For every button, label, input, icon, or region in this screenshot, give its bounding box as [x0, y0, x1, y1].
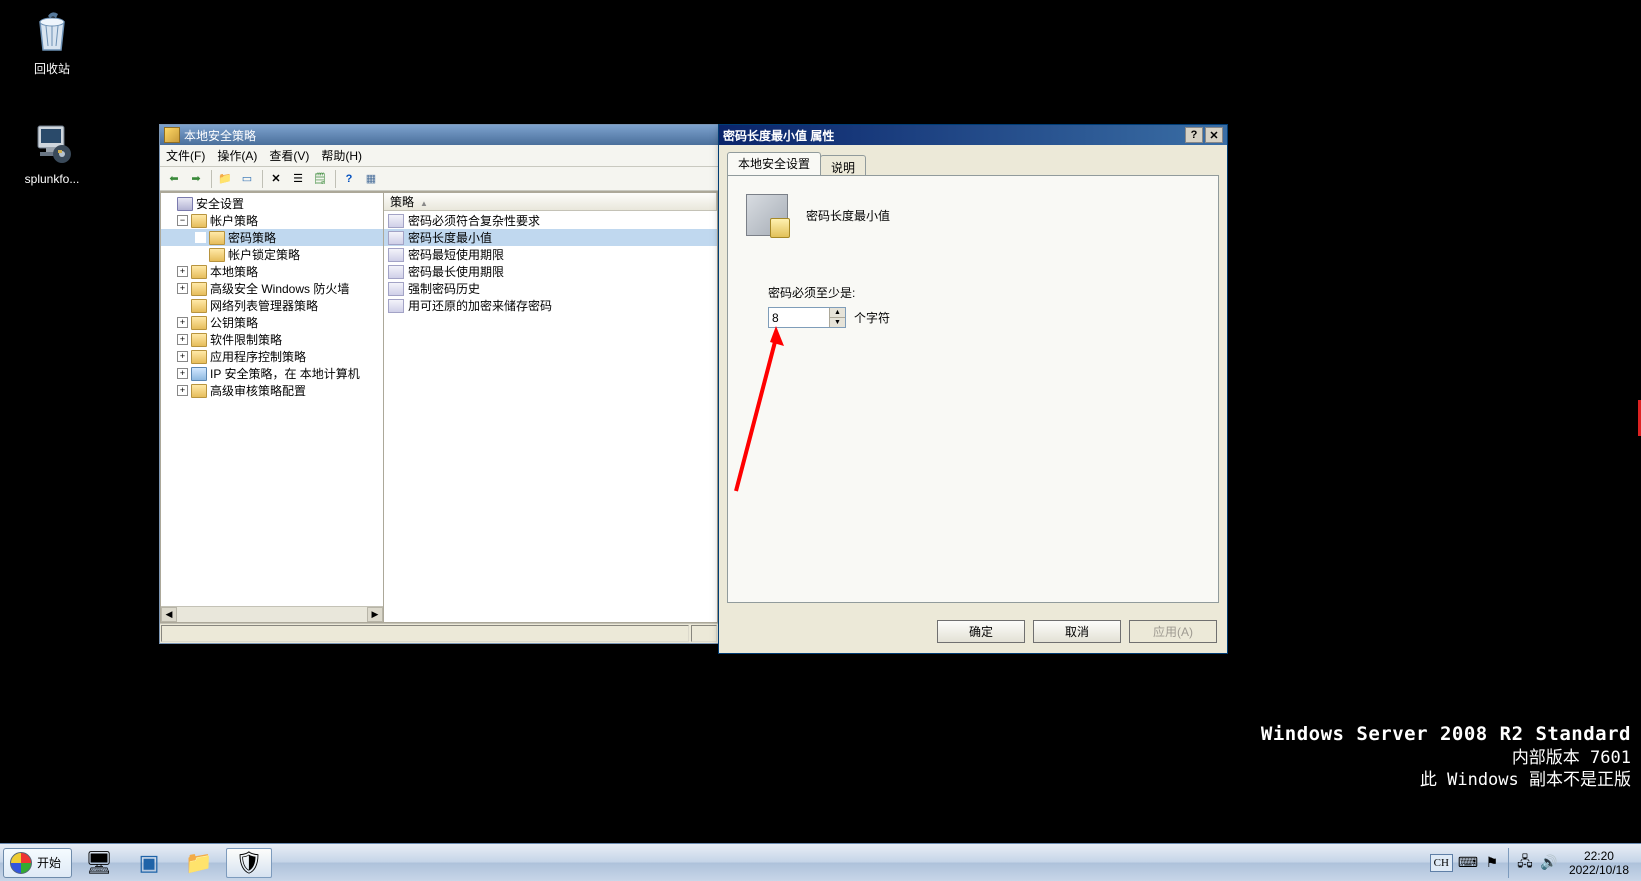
menubar: 文件(F) 操作(A) 查看(V) 帮助(H)	[160, 145, 718, 167]
min-password-length-properties-dialog: 密码长度最小值 属性 ? ✕ 本地安全设置 说明 密码长度最小值 密码必须至少是…	[718, 124, 1228, 654]
tree-ipsec[interactable]: +IP 安全策略，在 本地计算机	[161, 365, 383, 382]
dialog-title: 密码长度最小值 属性	[723, 127, 834, 144]
clock-time: 22:20	[1569, 849, 1629, 863]
toolbar	[160, 167, 718, 191]
dialog-titlebar[interactable]: 密码长度最小值 属性 ? ✕	[719, 125, 1227, 145]
list-item[interactable]: 密码最长使用期限	[384, 263, 717, 280]
windows-logo-icon	[10, 852, 32, 874]
context-help-button[interactable]: ?	[1185, 127, 1203, 143]
tab-explain[interactable]: 说明	[820, 155, 866, 177]
min-length-spinbox[interactable]: ▲ ▼	[768, 307, 846, 328]
export-list-button[interactable]	[310, 169, 330, 189]
policy-name: 密码长度最小值	[806, 207, 890, 224]
recycle-bin-label: 回收站	[12, 60, 92, 77]
taskbar-server-manager-icon[interactable]: 🖥	[76, 848, 122, 878]
system-tray: CH ⌨ ⚑ 🖧 🔊 22:20 2022/10/18	[1423, 844, 1641, 881]
spin-up-button[interactable]: ▲	[829, 308, 845, 318]
start-label: 开始	[37, 854, 61, 871]
ime-indicator[interactable]: CH	[1430, 854, 1453, 872]
taskbar: 开始 🖥 ▣ 📁 🛡 CH ⌨ ⚑ 🖧 🔊 22:20 2022/10/18	[0, 843, 1641, 881]
tree-nlm[interactable]: 网络列表管理器策略	[161, 297, 383, 314]
tray-volume-icon[interactable]: 🔊	[1539, 853, 1559, 873]
tray-network-icon[interactable]: 🖧	[1515, 853, 1535, 873]
column-policy[interactable]: 策略	[384, 193, 717, 210]
tray-keyboard-icon[interactable]: ⌨	[1458, 853, 1478, 873]
list-header[interactable]: 策略	[384, 193, 717, 211]
tree-srp[interactable]: +软件限制策略	[161, 331, 383, 348]
list-item[interactable]: 强制密码历史	[384, 280, 717, 297]
menu-file[interactable]: 文件(F)	[166, 147, 205, 164]
tree-root[interactable]: 安全设置	[161, 195, 383, 212]
local-security-policy-window: 本地安全策略 文件(F) 操作(A) 查看(V) 帮助(H) 安全设置 −帐户策…	[159, 124, 719, 644]
back-button[interactable]	[164, 169, 184, 189]
delete-button[interactable]	[266, 169, 286, 189]
tree-pubkey[interactable]: +公钥策略	[161, 314, 383, 331]
tree-account-policies[interactable]: −帐户策略	[161, 212, 383, 229]
recycle-bin-icon[interactable]: 回收站	[12, 8, 92, 77]
ok-button[interactable]: 确定	[937, 620, 1025, 643]
policy-icon	[746, 194, 788, 236]
menu-help[interactable]: 帮助(H)	[321, 147, 362, 164]
list-item[interactable]: 密码长度最小值	[384, 229, 717, 246]
cancel-button[interactable]: 取消	[1033, 620, 1121, 643]
unit-label: 个字符	[854, 309, 890, 326]
forward-button[interactable]	[186, 169, 206, 189]
spin-down-button[interactable]: ▼	[829, 318, 845, 327]
up-level-button[interactable]	[215, 169, 235, 189]
mmc-title: 本地安全策略	[184, 127, 256, 144]
splunkfo-label: splunkfo...	[12, 172, 92, 186]
view-options-button[interactable]	[361, 169, 381, 189]
tab-panel: 密码长度最小值 密码必须至少是: ▲ ▼ 个字符	[727, 175, 1219, 603]
tree-pane[interactable]: 安全设置 −帐户策略 密码策略 帐户锁定策略 +本地策略 +高级安全 Windo…	[160, 192, 384, 623]
taskbar-secpol-icon[interactable]: 🛡	[226, 848, 272, 878]
properties-button[interactable]	[288, 169, 308, 189]
tray-action-center-icon[interactable]: ⚑	[1482, 853, 1502, 873]
splunkfo-icon[interactable]: splunkfo...	[12, 120, 92, 186]
min-length-input[interactable]	[769, 308, 829, 327]
start-button[interactable]: 开始	[3, 848, 72, 878]
list-item[interactable]: 密码最短使用期限	[384, 246, 717, 263]
field-label: 密码必须至少是:	[768, 284, 1200, 301]
tree-lockout-policy[interactable]: 帐户锁定策略	[161, 246, 383, 263]
list-pane: 策略 密码必须符合复杂性要求 密码长度最小值 密码最短使用期限 密码最长使用期限…	[384, 192, 718, 623]
apply-button[interactable]: 应用(A)	[1129, 620, 1217, 643]
help-button[interactable]	[339, 169, 359, 189]
clock-date: 2022/10/18	[1569, 863, 1629, 877]
taskbar-explorer-icon[interactable]: 📁	[176, 848, 222, 878]
window-icon	[164, 127, 180, 143]
activation-watermark: Windows Server 2008 R2 Standard 内部版本 760…	[1261, 722, 1631, 791]
mmc-titlebar[interactable]: 本地安全策略	[160, 125, 718, 145]
show-hide-tree-button[interactable]	[237, 169, 257, 189]
tree-appctrl[interactable]: +应用程序控制策略	[161, 348, 383, 365]
menu-action[interactable]: 操作(A)	[217, 147, 257, 164]
tab-local-security-setting[interactable]: 本地安全设置	[727, 152, 821, 175]
menu-view[interactable]: 查看(V)	[269, 147, 309, 164]
tree-adv-audit[interactable]: +高级审核策略配置	[161, 382, 383, 399]
list-item[interactable]: 密码必须符合复杂性要求	[384, 212, 717, 229]
list-item[interactable]: 用可还原的加密来储存密码	[384, 297, 717, 314]
status-bar	[160, 623, 718, 643]
taskbar-powershell-icon[interactable]: ▣	[126, 848, 172, 878]
tree-wfas[interactable]: +高级安全 Windows 防火墙	[161, 280, 383, 297]
clock[interactable]: 22:20 2022/10/18	[1561, 849, 1637, 877]
tree-password-policy[interactable]: 密码策略	[161, 229, 383, 246]
tree-h-scrollbar[interactable]: ◀▶	[161, 606, 383, 622]
close-button[interactable]: ✕	[1205, 127, 1223, 143]
tree-local-policies[interactable]: +本地策略	[161, 263, 383, 280]
